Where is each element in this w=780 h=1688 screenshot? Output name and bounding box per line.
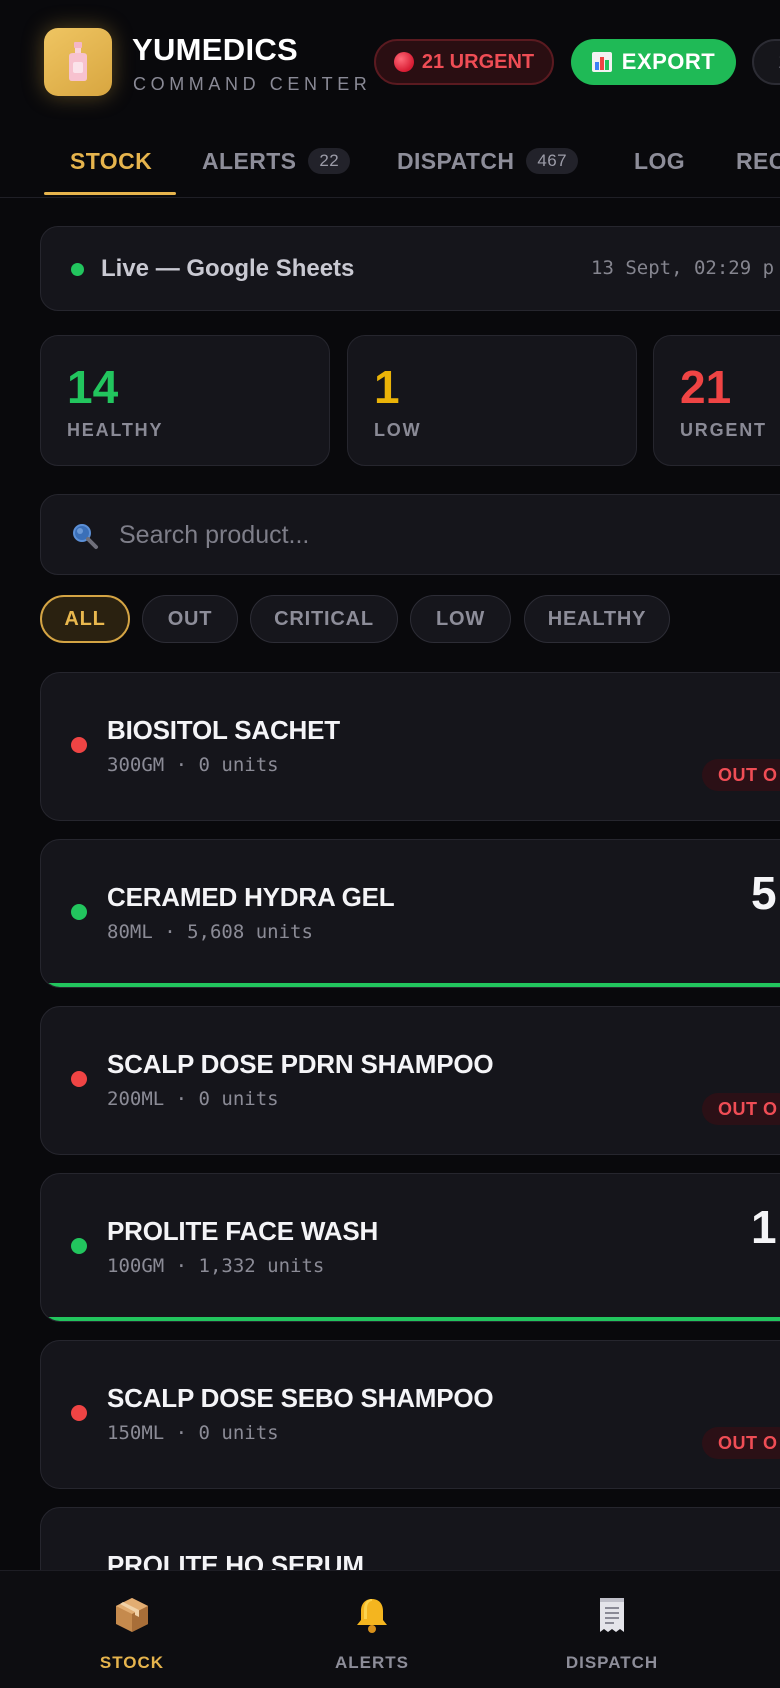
tab-alerts[interactable]: ALERTS 22: [202, 126, 351, 196]
stock-count: 5: [751, 867, 777, 919]
bar-chart-icon: [591, 52, 612, 72]
tab-log[interactable]: LOG: [634, 126, 685, 196]
tab-alerts-count: 22: [308, 148, 351, 174]
search-bar: [40, 494, 780, 575]
product-meta: 300GM · 0 units: [107, 754, 279, 776]
filter-out-label: OUT: [167, 607, 213, 630]
main-tabs: STOCK ALERTS 22 DISPATCH 467 LOG REC: [0, 126, 780, 198]
status-dot: [71, 1071, 87, 1087]
stat-urgent-value: 21: [680, 361, 732, 413]
filter-healthy-label: HEALTHY: [547, 607, 647, 630]
status-dot: [71, 1238, 87, 1254]
bottom-nav-alerts-label: ALERTS: [335, 1653, 409, 1672]
filter-critical-label: CRITICAL: [274, 607, 374, 630]
stock-level-bar: [41, 1317, 780, 1321]
filter-chip-low[interactable]: LOW: [410, 595, 511, 643]
stat-low-value: 1: [374, 361, 400, 413]
tab-stock-label: STOCK: [70, 147, 153, 174]
last-sync-timestamp: 13 Sept, 02:29 p: [591, 257, 775, 279]
status-badge: OUT O: [702, 759, 780, 791]
status-badge: OUT O: [702, 1427, 780, 1459]
tab-dispatch-label: DISPATCH: [397, 147, 515, 174]
status-dot: [71, 904, 87, 920]
product-meta: 100GM · 1,332 units: [107, 1255, 325, 1277]
bottom-nav-alerts[interactable]: ALERTS: [272, 1571, 472, 1688]
product-name: BIOSITOL SACHET: [107, 715, 340, 745]
bottom-nav-stock-label: STOCK: [99, 1653, 165, 1672]
tab-rec-label: REC: [736, 147, 780, 174]
filter-chip-out[interactable]: OUT: [142, 595, 238, 643]
receipt-icon: [600, 1598, 624, 1632]
product-meta: 150ML · 0 units: [107, 1422, 279, 1444]
brand-title: YUMEDICS: [132, 32, 299, 67]
bottom-navigation: STOCK ALERTS DISPATCH: [0, 1570, 780, 1688]
stock-level-track: [41, 1317, 780, 1321]
stock-level-bar: [41, 983, 780, 987]
export-label: EXPORT: [621, 49, 716, 74]
filter-all-label: ALL: [64, 607, 106, 630]
search-icon: [73, 524, 98, 549]
product-card[interactable]: CERAMED HYDRA GEL 80ML · 5,608 units 5: [40, 839, 780, 988]
urgent-count-button[interactable]: 21 URGENT: [374, 39, 554, 85]
package-icon: [116, 1598, 148, 1632]
stat-card-urgent[interactable]: 21 URGENT: [653, 335, 780, 466]
product-card[interactable]: SCALP DOSE SEBO SHAMPOO 150ML · 0 units …: [40, 1340, 780, 1489]
product-name: SCALP DOSE SEBO SHAMPOO: [107, 1383, 494, 1413]
live-indicator-dot: [71, 263, 84, 276]
tab-stock[interactable]: STOCK: [70, 126, 152, 196]
stat-card-healthy[interactable]: 14 HEALTHY: [40, 335, 330, 466]
urgent-dot-icon: [393, 52, 414, 72]
filter-chip-critical[interactable]: CRITICAL: [250, 595, 398, 643]
tab-log-label: LOG: [634, 147, 686, 174]
product-name: CERAMED HYDRA GEL: [107, 882, 395, 912]
filter-chip-healthy[interactable]: HEALTHY: [524, 595, 670, 643]
status-dot: [71, 1405, 87, 1421]
product-name: SCALP DOSE PDRN SHAMPOO: [107, 1049, 494, 1079]
status-dot: [71, 737, 87, 753]
filter-chip-all[interactable]: ALL: [40, 595, 130, 643]
active-tab-indicator: [44, 192, 176, 195]
tab-rec[interactable]: REC: [736, 126, 780, 196]
product-name: PROLITE FACE WASH: [107, 1216, 379, 1246]
stat-healthy-value: 14: [67, 361, 119, 413]
live-source-label: Live — Google Sheets: [101, 255, 355, 282]
stock-level-track: [41, 983, 780, 987]
search-input[interactable]: [119, 509, 779, 561]
stock-count: 1: [751, 1201, 777, 1253]
tab-dispatch-count: 467: [526, 148, 578, 174]
bell-icon: [357, 1599, 387, 1633]
brand-subtitle: COMMAND CENTER: [133, 74, 372, 94]
tab-dispatch[interactable]: DISPATCH 467: [397, 126, 578, 196]
tab-alerts-label: ALERTS: [202, 147, 297, 174]
stat-card-low[interactable]: 1 LOW: [347, 335, 637, 466]
header-extra-pill[interactable]: 1: [752, 39, 780, 85]
stat-low-label: LOW: [374, 420, 422, 440]
product-card[interactable]: PROLITE FACE WASH 100GM · 1,332 units 1: [40, 1173, 780, 1322]
bottom-nav-dispatch[interactable]: DISPATCH: [512, 1571, 712, 1688]
filter-low-label: LOW: [435, 607, 486, 630]
bottle-icon: [69, 42, 87, 81]
bottom-nav-dispatch-label: DISPATCH: [565, 1653, 659, 1672]
urgent-count-label: 21 URGENT: [421, 50, 535, 73]
product-meta: 200ML · 0 units: [107, 1088, 279, 1110]
stat-healthy-label: HEALTHY: [67, 420, 164, 440]
bottom-nav-stock[interactable]: STOCK: [32, 1571, 232, 1688]
status-badge: OUT O: [702, 1093, 780, 1125]
app-logo: [44, 28, 112, 96]
product-card[interactable]: SCALP DOSE PDRN SHAMPOO 200ML · 0 units …: [40, 1006, 780, 1155]
product-meta: 80ML · 5,608 units: [107, 921, 313, 943]
app-screen: YUMEDICS COMMAND CENTER 21 URGENT EXPORT…: [0, 0, 780, 1688]
export-button[interactable]: EXPORT: [571, 39, 736, 85]
stat-urgent-label: URGENT: [680, 420, 767, 440]
app-header: YUMEDICS COMMAND CENTER 21 URGENT EXPORT…: [0, 0, 780, 126]
product-card[interactable]: BIOSITOL SACHET 300GM · 0 units OUT O: [40, 672, 780, 821]
live-status-bar: Live — Google Sheets 13 Sept, 02:29 p: [40, 226, 780, 311]
